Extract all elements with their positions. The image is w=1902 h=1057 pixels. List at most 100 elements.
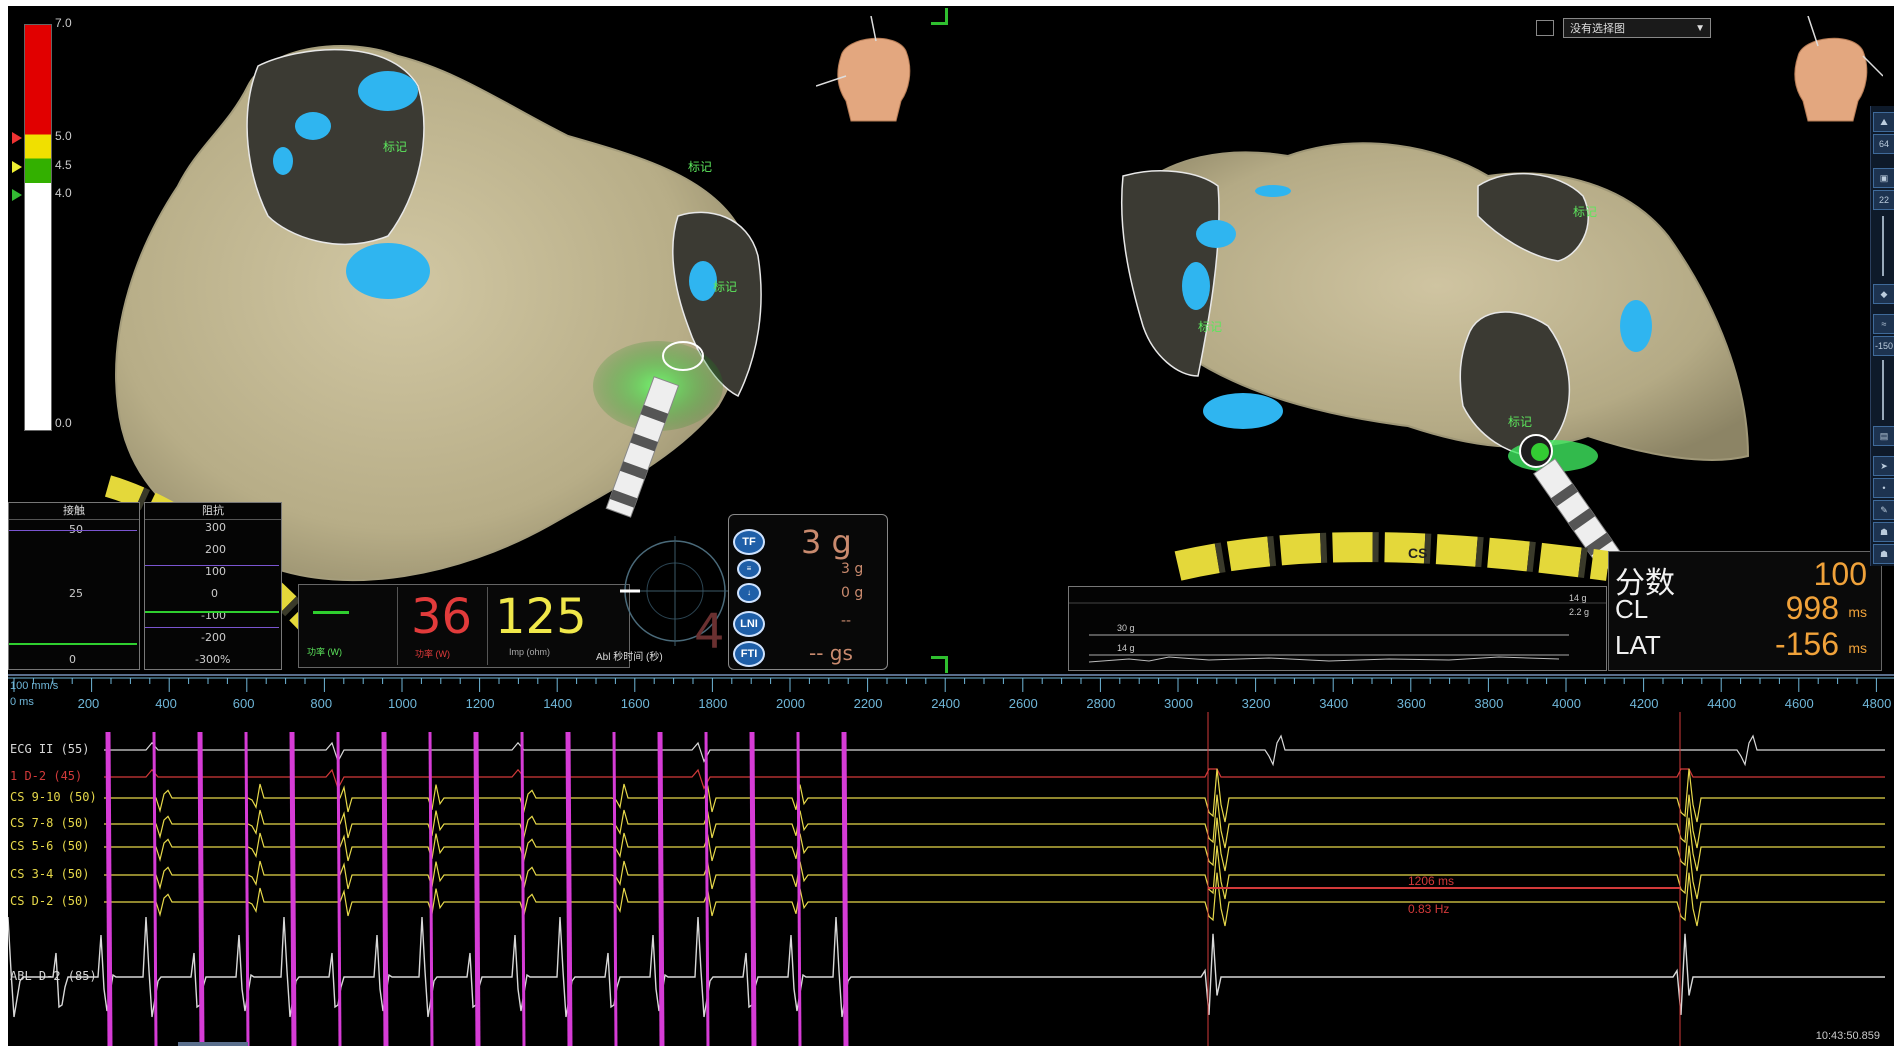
ruler-tick-label: 1400 bbox=[543, 696, 573, 711]
ruler-tick-label: 2800 bbox=[1086, 696, 1116, 711]
torso-icon[interactable]: ☗ bbox=[1873, 544, 1894, 564]
scale-tick: 4.5 bbox=[55, 158, 72, 172]
timer-caption: Abl 秒时间 (秒) bbox=[596, 652, 663, 663]
scale-handle-icon[interactable] bbox=[12, 161, 22, 173]
trend-side-value: 14 g bbox=[1569, 593, 1587, 603]
pacing-spike bbox=[565, 731, 573, 1046]
axis-tick: 0 bbox=[211, 587, 218, 600]
viewport-corner bbox=[931, 656, 948, 673]
toolbar-value[interactable]: 64 bbox=[1873, 134, 1894, 154]
lat-trend-plot: 30 g 14 g 14 g 2.2 g bbox=[1069, 593, 1606, 663]
cl-value: 998 bbox=[1785, 590, 1839, 626]
pacing-spike bbox=[704, 731, 710, 1046]
map-label: 标记 bbox=[1508, 415, 1532, 429]
ruler-tick-label: 4600 bbox=[1784, 696, 1814, 711]
ruler-tick-label: 3000 bbox=[1164, 696, 1193, 711]
lat-value: -156 bbox=[1774, 626, 1839, 662]
map-select-dropdown[interactable]: 没有选择图 ▼ bbox=[1563, 18, 1711, 38]
ruler-tick-label: 800 bbox=[310, 696, 333, 711]
orientation-torso-icon[interactable] bbox=[1773, 16, 1883, 126]
box-icon[interactable]: ▣ bbox=[1873, 168, 1894, 188]
contact-force-panel: TF ≡ ↓ LNI FTI 3 g 3 g 0 g -- -- gs bbox=[728, 514, 888, 670]
panel-title: 阻抗 bbox=[145, 503, 281, 520]
tf-icon[interactable]: TF bbox=[733, 529, 765, 555]
slider-track[interactable] bbox=[1882, 216, 1884, 276]
impedance-value: 125 bbox=[495, 589, 587, 645]
ruler-tick-label: 4800 bbox=[1862, 696, 1892, 711]
voltage-color-scale[interactable] bbox=[24, 24, 52, 431]
lateral-force-value: 3 g bbox=[841, 561, 864, 577]
torso-icon[interactable]: ☗ bbox=[1873, 522, 1894, 542]
channel-label[interactable]: CS 5-6 (50) bbox=[10, 839, 89, 853]
axis-tick: 25 bbox=[69, 587, 83, 600]
layout-icon[interactable] bbox=[1536, 20, 1554, 36]
channel-label[interactable]: ECG II (55) bbox=[10, 742, 89, 756]
map-label: 标记 bbox=[383, 140, 407, 154]
lni-icon[interactable]: LNI bbox=[733, 611, 765, 637]
lat-label: LAT bbox=[1615, 630, 1661, 660]
layer-icon[interactable]: ▤ bbox=[1873, 426, 1894, 446]
pacing-spike bbox=[244, 731, 250, 1046]
axis-tick: -300% bbox=[195, 653, 231, 666]
pacing-spike bbox=[289, 731, 297, 1046]
total-force-value: 3 g bbox=[801, 523, 852, 561]
wave-icon[interactable]: ≈ bbox=[1873, 314, 1894, 334]
contact-force-trend-panel[interactable]: 接触 50 25 0 bbox=[8, 502, 140, 670]
view-toolbar: ⛰ 64 ▣ 22 ◆ ≈ -150 ▤ ➤ • ✎ ☗ ☗ bbox=[1870, 106, 1894, 566]
right-atrium-map[interactable]: CS 标记 标记 标记 bbox=[1108, 126, 1788, 586]
slider-track[interactable] bbox=[1882, 360, 1884, 420]
power-value: 36 bbox=[411, 589, 473, 645]
pacing-spike bbox=[336, 731, 342, 1046]
toolbar-value[interactable]: -150 bbox=[1873, 336, 1894, 356]
scale-handle-icon[interactable] bbox=[12, 189, 22, 201]
dot-icon[interactable]: • bbox=[1873, 478, 1894, 498]
lat-trend-panel[interactable]: 30 g 14 g 14 g 2.2 g bbox=[1068, 586, 1607, 671]
ruler-tick-label: 4000 bbox=[1552, 696, 1581, 711]
ruler-tick-label: 600 bbox=[232, 696, 255, 711]
map-label: 标记 bbox=[713, 280, 737, 294]
axis-tick: 300 bbox=[205, 521, 226, 534]
channel-label[interactable]: CS 3-4 (50) bbox=[10, 867, 89, 881]
scale-tick: 5.0 bbox=[55, 129, 72, 143]
pointer-icon[interactable]: ➤ bbox=[1873, 456, 1894, 476]
panel-title: 接触 bbox=[9, 503, 139, 520]
score-value: 100 bbox=[1813, 556, 1867, 592]
pacing-spike bbox=[473, 731, 481, 1046]
map-label: 标记 bbox=[1198, 320, 1222, 334]
channel-label[interactable]: CS D-2 (50) bbox=[10, 894, 89, 908]
fti-icon[interactable]: FTI bbox=[733, 641, 765, 667]
readout-caption: 功率 (W) bbox=[307, 647, 342, 657]
scroll-thumb[interactable] bbox=[178, 1042, 248, 1046]
trend-label: 30 g bbox=[1117, 623, 1135, 633]
cl-label: CL bbox=[1615, 594, 1649, 624]
electrogram-panel[interactable]: 100 mm/s 0 ms 200 400 600 800 1000 1200 1400 16… bbox=[8, 674, 1894, 1046]
ablation-readouts: 功率 (W) 36 功率 (W) 125 Imp (ohm) bbox=[298, 584, 630, 668]
pin-icon[interactable]: ◆ bbox=[1873, 284, 1894, 304]
ruler-tick-label: 3800 bbox=[1474, 696, 1504, 711]
channel-trace bbox=[104, 794, 1885, 849]
ruler-tick-label: 400 bbox=[155, 696, 177, 711]
channel-label[interactable]: 1 D-2 (45) bbox=[10, 769, 82, 783]
channel-label[interactable]: CS 7-8 (50) bbox=[10, 816, 89, 830]
channel-label[interactable]: ABL D-2 (85) bbox=[10, 969, 97, 983]
pacing-spike bbox=[152, 731, 158, 1046]
toolbar-value[interactable]: 22 bbox=[1873, 190, 1894, 210]
mountain-icon[interactable]: ⛰ bbox=[1873, 112, 1894, 132]
scale-handle-icon[interactable] bbox=[12, 132, 22, 144]
ruler-tick-label: 1600 bbox=[620, 696, 650, 711]
brush-icon[interactable]: ✎ bbox=[1873, 500, 1894, 520]
cl-unit: ms bbox=[1848, 604, 1867, 620]
channel-label[interactable]: CS 9-10 (50) bbox=[10, 790, 97, 804]
axial-force-icon[interactable]: ↓ bbox=[737, 583, 761, 603]
egm-traces[interactable] bbox=[8, 712, 1894, 1046]
readout-caption: 功率 (W) bbox=[415, 649, 450, 659]
map-label: 标记 bbox=[1573, 205, 1597, 219]
sweep-speed[interactable]: 100 mm/s bbox=[10, 680, 58, 692]
lateral-force-icon[interactable]: ≡ bbox=[737, 559, 761, 579]
ruler-tick-label: 200 bbox=[77, 696, 100, 711]
channel-trace bbox=[104, 872, 1885, 927]
ruler-tick-label: 1200 bbox=[465, 696, 495, 711]
pacing-spike bbox=[428, 731, 434, 1046]
orientation-torso-icon[interactable] bbox=[816, 16, 926, 126]
impedance-trend-panel[interactable]: 阻抗 300 200 100 0 -100 -200 -300% bbox=[144, 502, 282, 670]
